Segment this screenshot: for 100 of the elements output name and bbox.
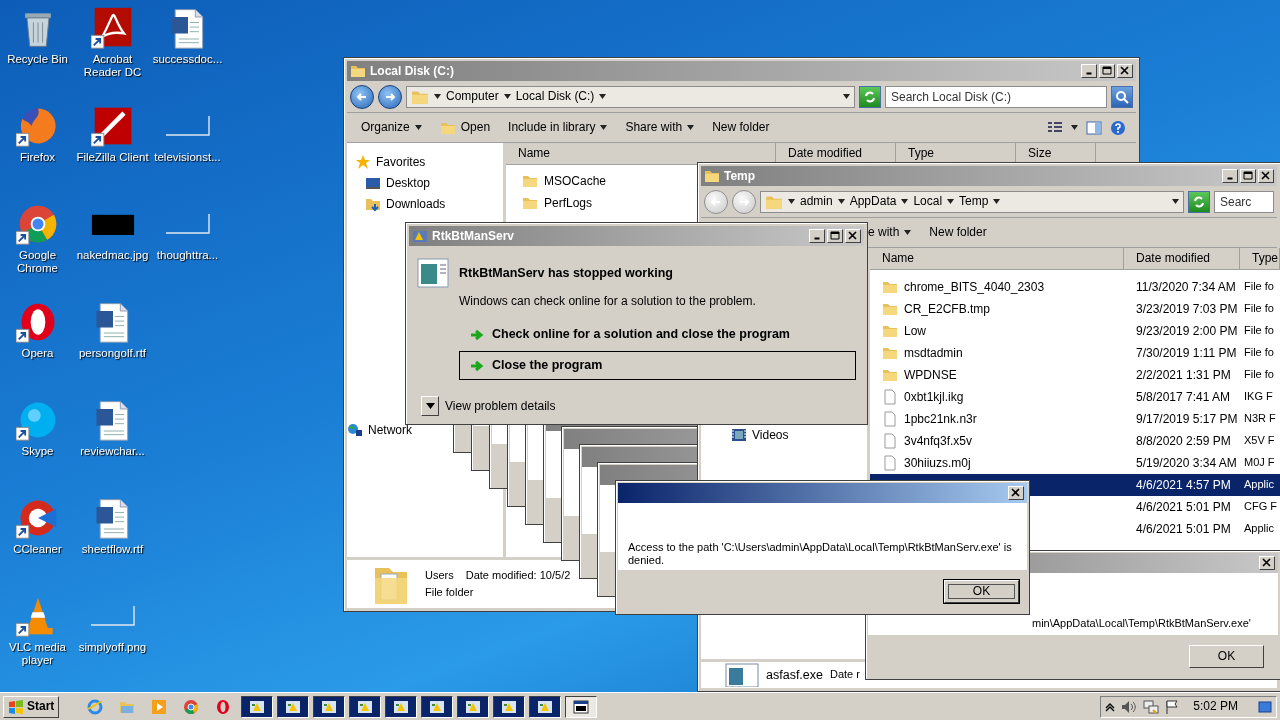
icon-label[interactable]: FileZilla Client <box>76 151 149 164</box>
arrow-icon <box>356 91 368 102</box>
refresh-button[interactable] <box>1188 190 1210 213</box>
search-field[interactable]: Searc <box>1214 190 1274 213</box>
close-button[interactable] <box>1008 486 1024 500</box>
toolbar-button[interactable]: Share with <box>623 118 697 137</box>
close-button[interactable] <box>1258 169 1274 183</box>
column-header[interactable]: Name <box>870 248 1124 269</box>
toolbar-button[interactable]: New folder <box>927 223 989 242</box>
caret-icon <box>600 125 608 130</box>
file-name: msdtadmin <box>904 345 963 361</box>
taskbar-button[interactable] <box>493 695 526 718</box>
minimize-button[interactable] <box>1081 64 1097 78</box>
nav-item[interactable]: Network <box>347 421 503 439</box>
icon-label[interactable]: televisionst... <box>154 151 221 164</box>
search-button[interactable] <box>1111 85 1133 108</box>
icon-label[interactable]: Opera <box>21 347 54 360</box>
expand-button[interactable] <box>421 396 439 417</box>
file-row[interactable]: chrome_BITS_4040_2303 11/3/2020 7:34 AM File fo <box>870 276 1280 298</box>
search-field[interactable]: Search Local Disk (C:) <box>885 85 1107 108</box>
file-name: asfasf.exe <box>766 667 823 683</box>
file-row[interactable]: Low 9/23/2019 2:00 PM File fo <box>870 320 1280 342</box>
option-button[interactable]: Check online for a solution and close the program <box>459 320 856 350</box>
toolbar-button[interactable]: New folder <box>710 118 772 137</box>
icon-label[interactable]: Skype <box>21 445 54 458</box>
breadcrumb-link[interactable]: Local <box>913 194 943 209</box>
nav-item[interactable]: Favorites <box>355 153 503 171</box>
close-button[interactable] <box>845 229 861 243</box>
close-button[interactable] <box>1117 64 1133 78</box>
breadcrumb-link[interactable]: AppData <box>849 194 897 209</box>
nav-item[interactable]: Videos <box>731 426 867 444</box>
preview-pane-icon <box>1086 120 1102 135</box>
icon-label[interactable]: successdoc... <box>152 53 223 66</box>
file-row[interactable]: msdtadmin 7/30/2019 1:11 PM File fo <box>870 342 1280 364</box>
icon-label[interactable]: VLC media player <box>0 641 75 667</box>
file-name: 1pbc21nk.n3r <box>904 411 977 427</box>
maximize-button[interactable] <box>827 229 843 243</box>
file-date: 5/8/2017 7:41 AM <box>1136 389 1231 405</box>
taskbar-button[interactable] <box>529 695 562 718</box>
nav-item[interactable]: Desktop <box>365 174 503 192</box>
toolbar-button[interactable]: Open <box>437 117 493 138</box>
toolbar-button[interactable]: Organize <box>359 118 424 137</box>
file-row[interactable]: 30hiiuzs.m0j 5/19/2020 3:34 AM M0J F <box>870 452 1280 474</box>
back-button[interactable] <box>350 84 374 109</box>
taskbar-button[interactable] <box>385 695 418 718</box>
taskbar-button[interactable] <box>421 695 454 718</box>
file-date: Date modified: 10/5/2 <box>465 568 571 582</box>
file-type: File fo <box>1244 302 1274 316</box>
icon-label[interactable]: Firefox <box>19 151 56 164</box>
column-header[interactable]: Type <box>1240 248 1280 269</box>
taskbar-button[interactable] <box>457 695 490 718</box>
taskbar-button[interactable] <box>313 695 346 718</box>
toolbar-button[interactable]: e with <box>866 223 914 242</box>
icon-label[interactable]: sheetflow.rtf <box>81 543 144 556</box>
maximize-button[interactable] <box>1240 169 1256 183</box>
dialog-heading: RtkBtManServ has stopped working <box>459 265 673 281</box>
app-icon <box>412 228 428 244</box>
breadcrumb-link[interactable]: Local Disk (C:) <box>515 89 595 104</box>
file-type: X5V F <box>1244 434 1275 448</box>
taskbar-button[interactable] <box>241 695 274 718</box>
icon-label[interactable]: Recycle Bin <box>7 53 68 66</box>
file-row[interactable]: 3v4nfq3f.x5v 8/8/2020 2:59 PM X5V F <box>870 430 1280 452</box>
file-row[interactable]: CR_E2CFB.tmp 3/23/2019 7:03 PM File fo <box>870 298 1280 320</box>
icon-label[interactable]: CCleaner <box>13 543 62 556</box>
taskbar-button[interactable] <box>349 695 382 718</box>
icon-label[interactable]: Google Chrome <box>0 249 75 275</box>
breadcrumb-link[interactable]: Temp <box>959 194 989 209</box>
icon-label[interactable]: nakedmac.jpg <box>76 249 149 262</box>
close-button[interactable] <box>1259 556 1275 570</box>
refresh-button[interactable] <box>859 85 881 108</box>
file-name[interactable]: PerfLogs <box>544 195 593 211</box>
file-row[interactable]: 1pbc21nk.n3r 9/17/2019 5:17 PM N3R F <box>870 408 1280 430</box>
ok-button[interactable]: OK <box>1189 644 1264 668</box>
file-name[interactable]: MSOCache <box>544 173 607 189</box>
nav-item[interactable]: Downloads <box>365 195 503 213</box>
folder-icon <box>350 63 366 79</box>
minimize-button[interactable] <box>1222 169 1238 183</box>
taskbar-button[interactable] <box>277 695 310 718</box>
icon-label[interactable]: reviewchar... <box>80 445 145 458</box>
breadcrumb-link[interactable]: Computer <box>446 89 499 104</box>
toolbar-button[interactable]: Include in library <box>506 118 610 137</box>
icon-label[interactable]: thoughttra... <box>156 249 219 262</box>
details-link[interactable]: View problem details <box>445 399 556 414</box>
option-button[interactable]: Close the program <box>459 351 856 381</box>
window-icon <box>464 698 483 715</box>
address-bar[interactable]: admin AppData Local Temp <box>760 190 1184 213</box>
icon-label[interactable]: persongolf.rtf <box>78 347 147 360</box>
forward-button[interactable] <box>378 84 402 109</box>
column-header[interactable]: Date modified <box>1124 248 1240 269</box>
ok-button[interactable]: OK <box>944 579 1019 603</box>
address-bar[interactable]: Computer Local Disk (C:) <box>406 85 855 108</box>
start-button[interactable]: Start <box>3 695 60 718</box>
maximize-button[interactable] <box>1099 64 1115 78</box>
file-row[interactable]: 0xbt1kjl.ikg 5/8/2017 7:41 AM IKG F <box>870 386 1280 408</box>
minimize-button[interactable] <box>809 229 825 243</box>
icon-label[interactable]: Acrobat Reader DC <box>75 53 150 79</box>
file-row[interactable]: WPDNSE 2/2/2021 1:31 PM File fo <box>870 364 1280 386</box>
taskbar-button[interactable] <box>565 695 598 718</box>
breadcrumb-link[interactable]: admin <box>800 194 833 209</box>
window-icon <box>428 698 447 715</box>
